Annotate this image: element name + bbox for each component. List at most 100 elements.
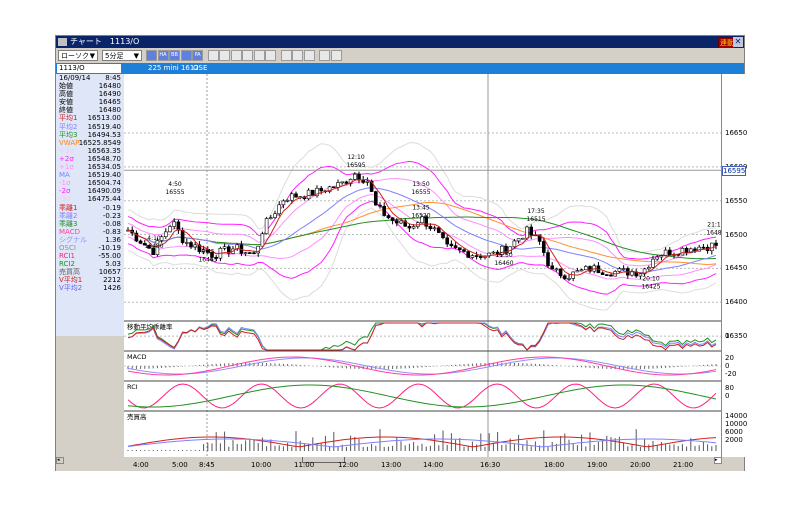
row-value: 1.36 <box>105 235 121 244</box>
candle <box>516 238 521 242</box>
scroll-left-button[interactable]: ◂ <box>56 457 64 464</box>
row-value: -0.08 <box>102 219 121 228</box>
candle <box>714 242 718 246</box>
row-value: 16494.53 <box>87 130 121 139</box>
row-value: 16490 <box>98 90 121 99</box>
symbol-code[interactable]: 1113/O <box>57 64 121 73</box>
data-row: +1σ 16534.05 <box>56 163 124 171</box>
data-row: +3σ 16563.35 <box>56 147 124 155</box>
row-label: シグナル <box>59 235 87 244</box>
candle <box>583 266 588 271</box>
time-value: 8:45 <box>105 74 121 82</box>
pointer-icon[interactable] <box>292 50 303 61</box>
candle <box>436 227 441 233</box>
time-tick: 10:00 <box>251 461 272 469</box>
grid-icon[interactable] <box>253 50 265 61</box>
candle <box>646 267 651 270</box>
annotation-time: 16:50 <box>495 252 512 259</box>
magnify-icon[interactable] <box>242 50 253 61</box>
panel-tick: -20 <box>725 370 737 378</box>
candle <box>441 232 445 239</box>
row-label: MA <box>59 171 70 180</box>
settings-icon[interactable] <box>330 50 342 61</box>
candle <box>193 244 197 248</box>
candle-icon[interactable] <box>219 50 230 61</box>
annotation-price: 16460 <box>494 260 513 267</box>
data-row: 平均3 16494.53 <box>56 131 124 139</box>
row-label: -1σ <box>59 179 71 188</box>
panel-title: 売買高 <box>127 412 147 421</box>
bar-chart-icon[interactable] <box>146 50 157 61</box>
candle <box>281 200 286 206</box>
annotation-time: 8:45 <box>201 249 215 256</box>
price-tick: 16500 <box>725 230 748 239</box>
row-label: 平均3 <box>59 130 78 139</box>
candle <box>462 249 466 252</box>
row-value: 16465 <box>98 98 121 107</box>
row-label: RCI1 <box>59 252 75 261</box>
candle <box>579 269 584 272</box>
candle <box>273 213 277 218</box>
panel-tick: 20 <box>725 354 734 362</box>
candle <box>621 268 626 270</box>
exchange-name: OSE <box>193 64 208 72</box>
candle <box>600 272 605 275</box>
data-row: -3σ 16475.44 <box>56 195 124 203</box>
row-value: 16480 <box>98 82 121 91</box>
price-tick: 16450 <box>725 264 748 273</box>
rsi-icon[interactable] <box>180 50 192 61</box>
price-chart[interactable]: 4:10164804:50165558:451646512:101659513:… <box>124 74 721 457</box>
candle <box>684 248 689 253</box>
row-label: 始値 <box>59 82 73 91</box>
candle <box>399 220 403 224</box>
candle <box>525 226 529 239</box>
price-axis: 1665016600165501650016450164001635016595… <box>721 74 748 457</box>
crosshair-icon[interactable] <box>265 50 276 61</box>
ha-icon[interactable]: HA <box>157 50 169 61</box>
candle <box>319 187 323 192</box>
candle <box>449 243 454 246</box>
data-row: MACD -0.83 <box>56 228 124 236</box>
candle <box>663 249 668 256</box>
toolbar: ローソク ▼ 5分足 ▼ HA BB PA <box>56 48 744 63</box>
zoom-range-icon[interactable] <box>230 50 242 61</box>
scroll-right-button[interactable]: ▸ <box>714 457 722 464</box>
candle <box>428 225 433 230</box>
time-tick: 11:00 <box>294 461 315 469</box>
panel-tick: 2000 <box>725 436 743 444</box>
eraser-icon[interactable] <box>303 50 315 61</box>
line-icon[interactable] <box>207 50 219 61</box>
interval-select[interactable]: 5分足 ▼ <box>102 50 142 61</box>
row-label: +3σ <box>59 146 74 155</box>
candle <box>470 255 475 258</box>
pa-icon[interactable]: PA <box>192 50 203 61</box>
annotation-price: 16555 <box>411 189 430 196</box>
candle <box>180 229 185 243</box>
data-row: -1σ 16504.74 <box>56 179 124 187</box>
search-icon[interactable] <box>319 50 330 61</box>
candle <box>655 256 660 260</box>
pen-icon[interactable] <box>280 50 292 61</box>
row-label: 乖離1 <box>59 203 78 212</box>
candle <box>138 240 143 244</box>
candle <box>709 242 714 251</box>
bb-icon[interactable]: BB <box>169 50 180 61</box>
row-value: 5.03 <box>105 260 121 269</box>
panel-tick: 6000 <box>725 428 743 436</box>
contract-name: 225 mini 1612 <box>148 64 199 72</box>
annotation-price: 16480 <box>144 243 163 250</box>
chart-type-select[interactable]: ローソク ▼ <box>58 50 98 61</box>
price-tick: 16650 <box>725 129 748 137</box>
time-tick: 20:00 <box>630 461 651 469</box>
candle <box>575 270 580 273</box>
row-value: 2212 <box>103 276 121 285</box>
candle <box>306 189 311 200</box>
data-row: シグナル 1.36 <box>56 236 124 244</box>
price-tick: 16400 <box>725 298 748 307</box>
row-label: +2σ <box>59 154 74 163</box>
annotation-price: 16465 <box>198 257 217 264</box>
candle <box>163 231 168 238</box>
time-tick: 13:00 <box>381 461 402 469</box>
candle <box>478 255 483 258</box>
close-icon[interactable]: ✕ <box>733 37 743 47</box>
